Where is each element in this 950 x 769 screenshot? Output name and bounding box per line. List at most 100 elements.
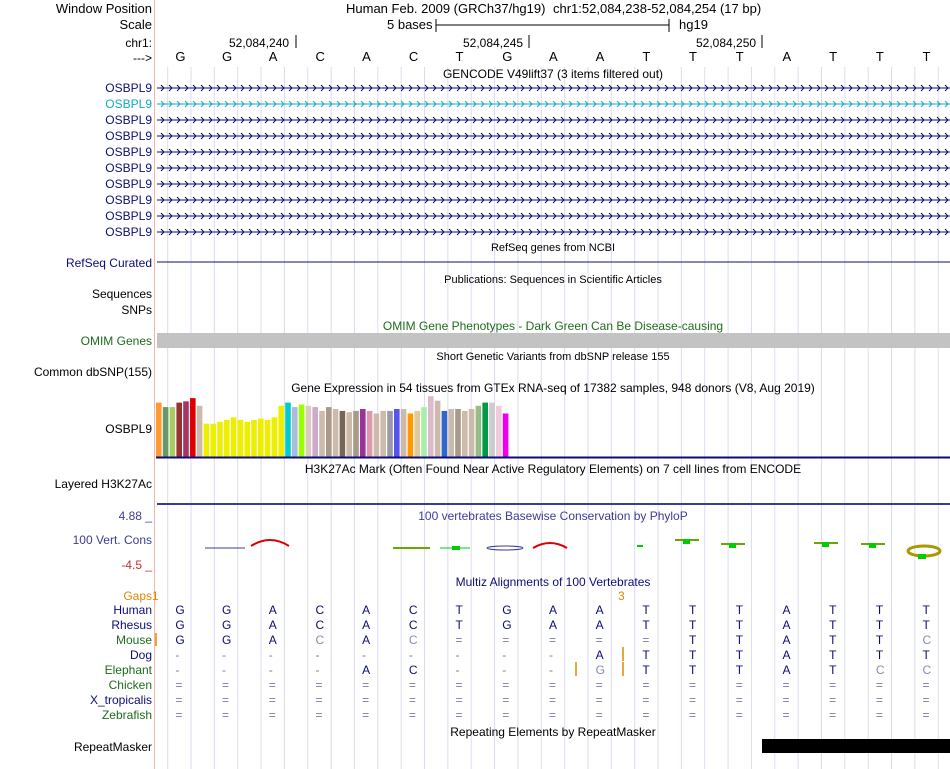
alignment-base: -	[362, 648, 367, 662]
gtex-bar	[387, 410, 393, 457]
species-label[interactable]: Human	[113, 603, 152, 617]
gencode-gene-label[interactable]: OSBPL9	[105, 129, 152, 143]
base-letter: A	[595, 49, 605, 64]
alignment-base: =	[315, 693, 323, 707]
alignment-base: =	[222, 708, 230, 722]
alignment-base: A	[268, 603, 277, 617]
alignment-base: A	[548, 618, 557, 632]
alignment-base: -	[175, 648, 180, 662]
dbsnp-track-title[interactable]: Short Genetic Variants from dbSNP releas…	[156, 350, 950, 364]
alignment-base: G	[175, 603, 185, 617]
alignment-base: A	[548, 603, 557, 617]
publications-track-title[interactable]: Publications: Sequences in Scientific Ar…	[156, 273, 950, 287]
species-label[interactable]: X_tropicalis	[90, 693, 152, 707]
dbsnp-label[interactable]: Common dbSNP(155)	[34, 365, 152, 379]
alignment-base: G	[222, 603, 232, 617]
base-letter: G	[502, 49, 513, 64]
alignment-base: C	[408, 603, 418, 617]
gtex-label[interactable]: OSBPL9	[105, 422, 152, 436]
gtex-bar	[176, 402, 182, 457]
repeatmasker-track-title[interactable]: Repeating Elements by RepeatMasker	[156, 725, 950, 739]
h3k27ac-label[interactable]: Layered H3K27Ac	[55, 477, 152, 491]
gtex-bar	[448, 409, 454, 457]
alignment-base: =	[548, 708, 556, 722]
gaps-label: Gaps	[123, 589, 152, 603]
species-label[interactable]: Mouse	[116, 633, 152, 647]
alignment-base: -	[548, 648, 553, 662]
alignment-base: A	[782, 603, 791, 617]
refseq-label[interactable]: RefSeq Curated	[66, 256, 152, 270]
gtex-bar	[475, 405, 482, 457]
alignment-base: -	[455, 648, 460, 662]
gtex-bar	[203, 423, 210, 457]
gtex-bar	[502, 413, 509, 457]
alignment-base: =	[735, 678, 743, 692]
gencode-gene-label[interactable]: OSBPL9	[105, 113, 152, 127]
sequences-label[interactable]: Sequences	[92, 287, 152, 301]
alignment-base: T	[735, 648, 744, 662]
coord-label: 52,084,240	[229, 36, 290, 50]
alignment-base: =	[502, 678, 510, 692]
assembly-text: Human Feb. 2009 (GRCh37/hg19)	[346, 1, 546, 16]
gtex-bar	[278, 405, 284, 457]
multiz-track-title[interactable]: Multiz Alignments of 100 Vertebrates	[156, 575, 950, 589]
alignment-base: =	[548, 678, 556, 692]
alignment-base: G	[175, 618, 185, 632]
alignment-base: A	[782, 618, 791, 632]
gtex-bar	[190, 398, 196, 457]
gtex-bar	[414, 410, 420, 457]
alignment-base: A	[362, 633, 371, 647]
alignment-base: A	[782, 633, 791, 647]
species-label[interactable]: Rhesus	[111, 618, 152, 632]
alignment-base: =	[782, 678, 790, 692]
chrom-label: chr1:	[125, 36, 152, 50]
alignment-base: C	[408, 663, 418, 677]
gtex-bar	[407, 413, 414, 457]
alignment-base: T	[689, 648, 697, 662]
alignment-base: =	[595, 633, 603, 647]
gtex-bar	[183, 401, 189, 457]
base-letter: T	[875, 49, 884, 64]
gencode-gene-label[interactable]: OSBPL9	[105, 193, 152, 207]
omim-track-title[interactable]: OMIM Gene Phenotypes - Dark Green Can Be…	[156, 319, 950, 333]
alignment-base: T	[689, 663, 697, 677]
gencode-gene-label[interactable]: OSBPL9	[105, 209, 152, 223]
phylop-label[interactable]: 100 Vert. Cons	[73, 533, 152, 547]
species-label[interactable]: Dog	[130, 648, 152, 662]
gencode-gene-label[interactable]: OSBPL9	[105, 225, 152, 239]
alignment-base: T	[875, 618, 884, 632]
base-letter: T	[689, 49, 697, 64]
alignment-base: C	[875, 663, 885, 677]
alignment-base: -	[408, 648, 413, 662]
alignment-base: =	[922, 708, 930, 722]
gtex-bar	[380, 410, 386, 457]
omim-label[interactable]: OMIM Genes	[81, 334, 152, 348]
gencode-gene-label[interactable]: OSBPL9	[105, 177, 152, 191]
gtex-track-title[interactable]: Gene Expression in 54 tissues from GTEx …	[156, 381, 950, 395]
snps-label[interactable]: SNPs	[121, 303, 152, 317]
gencode-gene-label[interactable]: OSBPL9	[105, 81, 152, 95]
h3k27ac-track-title[interactable]: H3K27Ac Mark (Often Found Near Active Re…	[156, 462, 950, 476]
gencode-track-title[interactable]: GENCODE V49lift37 (3 items filtered out)	[156, 67, 950, 81]
gtex-bar	[251, 419, 257, 457]
alignment-base: T	[922, 648, 930, 662]
refseq-track-title[interactable]: RefSeq genes from NCBI	[156, 241, 950, 255]
gencode-gene-label[interactable]: OSBPL9	[105, 145, 152, 159]
alignment-base: T	[922, 618, 930, 632]
phylop-mark	[869, 543, 876, 548]
alignment-base: -	[502, 663, 507, 677]
repeatmasker-label[interactable]: RepeatMasker	[74, 740, 152, 754]
gap-count: 1	[152, 589, 159, 603]
gencode-gene-label[interactable]: OSBPL9	[105, 161, 152, 175]
alignment-base: T	[455, 603, 463, 617]
alignment-base: =	[175, 678, 183, 692]
species-label[interactable]: Elephant	[105, 663, 152, 677]
phylop-track-title[interactable]: 100 vertebrates Basewise Conservation by…	[156, 509, 950, 523]
base-letter: A	[782, 49, 792, 64]
gencode-gene-label[interactable]: OSBPL9	[105, 97, 152, 111]
phylop-mark	[918, 554, 926, 559]
species-label[interactable]: Chicken	[109, 678, 152, 692]
species-label[interactable]: Zebrafish	[102, 708, 152, 722]
base-letter: T	[735, 49, 744, 64]
gtex-bar	[353, 410, 359, 457]
